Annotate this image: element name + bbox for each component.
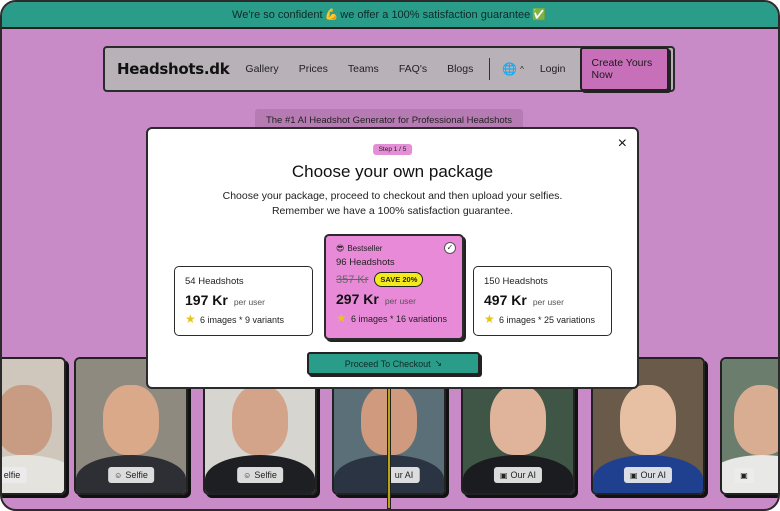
star-icon: ★ <box>185 312 196 326</box>
create-yours-button[interactable]: Create Yours Now <box>579 47 669 91</box>
proceed-to-checkout-button[interactable]: Proceed To Checkout ↘ <box>307 352 480 375</box>
bestseller-label: Bestseller <box>347 244 383 253</box>
login-link[interactable]: Login <box>540 63 566 75</box>
star-icon: ★ <box>336 311 347 325</box>
step-badge: Step 1 / 5 <box>372 144 413 155</box>
bestseller-badge: 😎 Bestseller <box>336 244 452 253</box>
package-per: per user <box>384 296 416 306</box>
package-price: 497 Kr <box>484 292 527 308</box>
ai-icon: ▣ <box>740 471 748 480</box>
selfie-icon: ☺ <box>114 470 123 480</box>
selfie-icon: ☺ <box>243 470 252 480</box>
nav-divider <box>489 58 491 80</box>
photo-tag: ▣ Our AI <box>493 467 543 483</box>
package-modal: × Step 1 / 5 Choose your own package Cho… <box>146 127 639 389</box>
package-card-96[interactable]: 😎 Bestseller ✓ 96 Headshots 357 Kr SAVE … <box>324 234 464 340</box>
close-icon[interactable]: × <box>618 135 627 153</box>
photo-tag: ☺ Selfie <box>237 467 283 483</box>
navbar: Headshots.dk Gallery Prices Teams FAQ's … <box>103 46 675 92</box>
photo-card: elfie <box>2 357 66 495</box>
muscle-icon: 💪 <box>324 9 339 21</box>
arrow-down-right-icon: ↘ <box>434 358 443 368</box>
package-card-54[interactable]: 54 Headshots 197 Kr per user ★ 6 images … <box>174 266 313 336</box>
banner-text-after: we offer a 100% satisfaction guarantee <box>340 8 531 21</box>
nav-link-blogs[interactable]: Blogs <box>447 63 473 75</box>
star-icon: ★ <box>484 312 495 326</box>
before-after-slider[interactable] <box>387 377 391 509</box>
package-name: 54 Headshots <box>185 276 244 287</box>
package-per: per user <box>532 297 564 307</box>
modal-title: Choose your own package <box>291 162 494 181</box>
package-name: 150 Headshots <box>484 276 548 287</box>
photo-tag: ur AI <box>388 467 420 483</box>
photo-label: Selfie <box>254 470 277 480</box>
ai-icon: ▣ <box>629 470 638 480</box>
package-feature: 6 images * 25 variations <box>499 314 596 325</box>
ai-icon: ▣ <box>499 470 508 480</box>
nav-link-teams[interactable]: Teams <box>348 63 379 75</box>
photo-label: Our AI <box>640 470 667 480</box>
photo-tag: ▣ Our AI <box>623 467 673 483</box>
package-feature: 6 images * 9 variants <box>200 314 285 325</box>
package-price: 197 Kr <box>185 292 228 308</box>
chevron-up-icon[interactable]: ^ <box>520 65 524 74</box>
save-badge: SAVE 20% <box>374 272 424 287</box>
nav-link-gallery[interactable]: Gallery <box>245 63 278 75</box>
package-card-150[interactable]: 150 Headshots 497 Kr per user ★ 6 images… <box>473 266 612 336</box>
package-name: 96 Headshots <box>336 257 395 268</box>
app-frame: We're so confident 💪 we offer a 100% sat… <box>0 0 780 511</box>
logo[interactable]: Headshots.dk <box>117 60 230 78</box>
photo-label: Selfie <box>125 470 148 480</box>
photo-tag: ☺ Selfie <box>108 467 154 483</box>
package-price: 297 Kr <box>336 291 379 307</box>
globe-icon[interactable]: 🌐 <box>502 62 517 76</box>
sunglasses-icon: 😎 <box>336 244 345 253</box>
check-icon: ✅ <box>532 9 546 21</box>
modal-description: Choose your package, proceed to checkout… <box>222 190 563 217</box>
photo-label: elfie <box>3 470 21 480</box>
photo-tag: ▣ <box>734 468 754 483</box>
photo-label: Our AI <box>510 470 537 480</box>
top-banner: We're so confident 💪 we offer a 100% sat… <box>2 2 778 29</box>
package-per: per user <box>233 297 265 307</box>
photo-label: ur AI <box>394 470 414 480</box>
selected-check-icon: ✓ <box>444 242 456 254</box>
proceed-label: Proceed To Checkout <box>344 358 431 369</box>
photo-card: ▣ <box>720 357 778 495</box>
photo-tag: elfie <box>2 467 27 483</box>
nav-link-prices[interactable]: Prices <box>299 63 328 75</box>
banner-text-before: We're so confident <box>232 8 323 21</box>
package-feature: 6 images * 16 variations <box>351 313 448 324</box>
old-price: 357 Kr <box>336 273 369 286</box>
nav-link-faqs[interactable]: FAQ's <box>399 63 427 75</box>
